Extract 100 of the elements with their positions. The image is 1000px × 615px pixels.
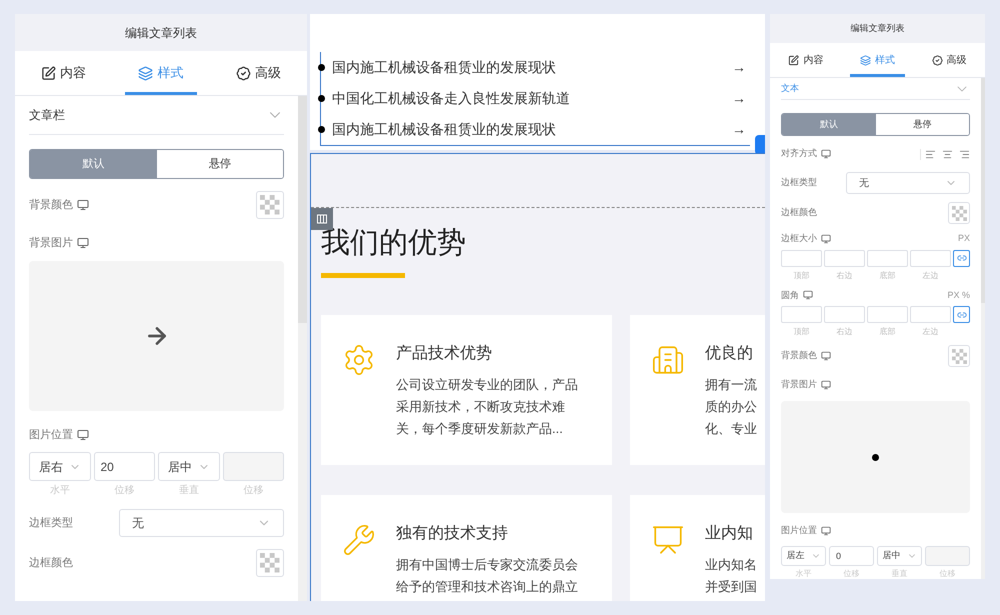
panel-title: 编辑文章列表 <box>15 14 307 51</box>
input-field[interactable] <box>925 546 970 566</box>
monitor-icon[interactable] <box>77 199 89 211</box>
align-left-icon[interactable] <box>925 148 936 160</box>
field-label: 边框颜色 <box>29 556 73 571</box>
section-heading: 我们的优势 <box>321 226 467 261</box>
bullet-icon <box>318 95 325 102</box>
monitor-icon[interactable] <box>821 351 831 361</box>
select-field[interactable]: 居左 <box>781 546 826 566</box>
link-icon <box>956 253 966 263</box>
bullet-icon <box>318 126 325 133</box>
card-text: 拥有中国博士后专家交流委员会 给予的管理和技术咨询上的鼎立 <box>396 556 578 596</box>
field-caption: 底部 <box>880 270 896 280</box>
link-button[interactable] <box>953 250 970 266</box>
monitor-icon[interactable] <box>803 290 813 300</box>
column-icon[interactable] <box>311 208 333 230</box>
arrow-glyph[interactable]: → <box>732 119 746 140</box>
card-text: 拥有一流 质的办公 化、专业 <box>705 376 757 438</box>
monitor-icon[interactable] <box>821 380 831 390</box>
card-title: 业内知 <box>705 524 754 544</box>
select-field[interactable]: 居中 <box>158 452 220 481</box>
badge-icon <box>236 66 251 80</box>
field-label: 背景图片 <box>29 236 73 251</box>
field-label: 圆角 <box>781 288 799 302</box>
field-label: 图片位置 <box>29 428 73 443</box>
input-field[interactable] <box>867 250 908 266</box>
input-field[interactable] <box>222 452 284 481</box>
feature-card[interactable]: 产品技术优势 公司设立研发专业的团队，产品 采用新技术，不断攻克技术难 关，每个季度研发新款产品... <box>321 315 612 465</box>
select-field[interactable]: 无 <box>119 509 284 537</box>
monitor-icon[interactable] <box>821 234 831 244</box>
link-icon <box>956 310 966 320</box>
layers-icon <box>138 66 154 80</box>
transparent-icon <box>260 195 280 215</box>
tab[interactable]: 内容 <box>15 51 112 95</box>
article-link[interactable]: 国内施工机械设备租赁业的发展现状 <box>332 57 556 78</box>
bullet-icon <box>318 64 325 71</box>
field-label: 边框颜色 <box>781 206 817 220</box>
field-label: 背景图片 <box>781 378 817 392</box>
panel-title: 编辑文章列表 <box>770 14 985 43</box>
input-field[interactable] <box>910 250 951 266</box>
monitor-icon[interactable] <box>821 526 831 536</box>
color-swatch[interactable] <box>948 345 970 367</box>
field-label: 边框类型 <box>781 176 817 190</box>
color-swatch[interactable] <box>948 202 970 224</box>
input-field[interactable] <box>781 306 822 323</box>
article-link[interactable]: 中国化工机械设备走入良性发展新轨道 <box>332 88 570 109</box>
transparent-icon <box>952 206 966 220</box>
input-field[interactable] <box>824 306 865 323</box>
field-caption: 左边 <box>922 270 938 280</box>
field-label: 背景颜色 <box>29 198 73 213</box>
transparent-icon <box>260 553 280 573</box>
color-swatch[interactable] <box>256 549 284 577</box>
field-label: 背景颜色 <box>781 349 817 362</box>
field-label: 图片位置 <box>781 524 817 538</box>
feature-card[interactable]: 独有的技术支持 拥有中国博士后专家交流委员会 给予的管理和技术咨询上的鼎立 <box>321 495 612 601</box>
field-caption: 顶部 <box>794 270 810 280</box>
card-text: 公司设立研发专业的团队，产品 采用新技术，不断攻克技术难 关，每个季度研发新款产品... <box>396 376 578 438</box>
monitor-icon[interactable] <box>77 429 89 441</box>
image-preview[interactable] <box>29 261 284 411</box>
card-title: 独有的技术支持 <box>396 524 509 544</box>
monitor-icon[interactable] <box>77 237 89 249</box>
input-field[interactable]: 20 <box>94 452 155 481</box>
section-title[interactable]: 文章栏 <box>29 106 65 124</box>
input-field[interactable]: 0 <box>829 546 874 566</box>
color-swatch[interactable] <box>256 191 284 219</box>
select-field[interactable]: 居右 <box>29 452 90 481</box>
feature-card[interactable]: 优良的 拥有一流 质的办公 化、专业 <box>630 315 765 465</box>
badge-icon <box>932 54 943 66</box>
tab[interactable]: 高级 <box>913 43 985 77</box>
align-right-icon[interactable] <box>959 148 970 160</box>
link-button[interactable] <box>953 306 970 323</box>
article-link[interactable]: 国内施工机械设备租赁业的发展现状 <box>332 119 556 140</box>
scrollbar[interactable] <box>298 96 307 601</box>
arrow-glyph[interactable]: → <box>732 57 746 78</box>
arrow-glyph[interactable]: → <box>732 88 746 109</box>
tab[interactable]: 内容 <box>770 43 842 77</box>
input-field[interactable] <box>867 306 908 323</box>
field-label: 对齐方式 <box>781 147 817 160</box>
field-caption: 顶部 <box>794 326 810 337</box>
align-center-icon[interactable] <box>942 148 953 160</box>
input-field[interactable] <box>910 306 951 323</box>
image-preview[interactable] <box>781 401 970 513</box>
input-field[interactable] <box>824 250 865 266</box>
tab[interactable]: 高级 <box>210 51 307 95</box>
field-label: 边框类型 <box>29 516 73 531</box>
select-field[interactable]: 居中 <box>877 546 922 566</box>
input-field[interactable] <box>781 250 822 266</box>
field-label: 边框大小 <box>781 232 817 245</box>
transparent-icon <box>952 348 966 364</box>
card-title: 产品技术优势 <box>396 344 493 364</box>
field-caption: 左边 <box>922 326 938 337</box>
select-field[interactable]: 无 <box>846 172 970 194</box>
card-text: 业内知名 并受到国 <box>705 556 757 596</box>
feature-card[interactable]: 业内知 业内知名 并受到国 <box>630 495 765 601</box>
field-caption: 右边 <box>836 270 852 280</box>
card-title: 优良的 <box>705 344 754 364</box>
wrench-icon <box>342 523 376 557</box>
edit-icon <box>788 54 800 66</box>
layers-icon <box>860 54 871 66</box>
monitor-icon[interactable] <box>821 149 831 159</box>
